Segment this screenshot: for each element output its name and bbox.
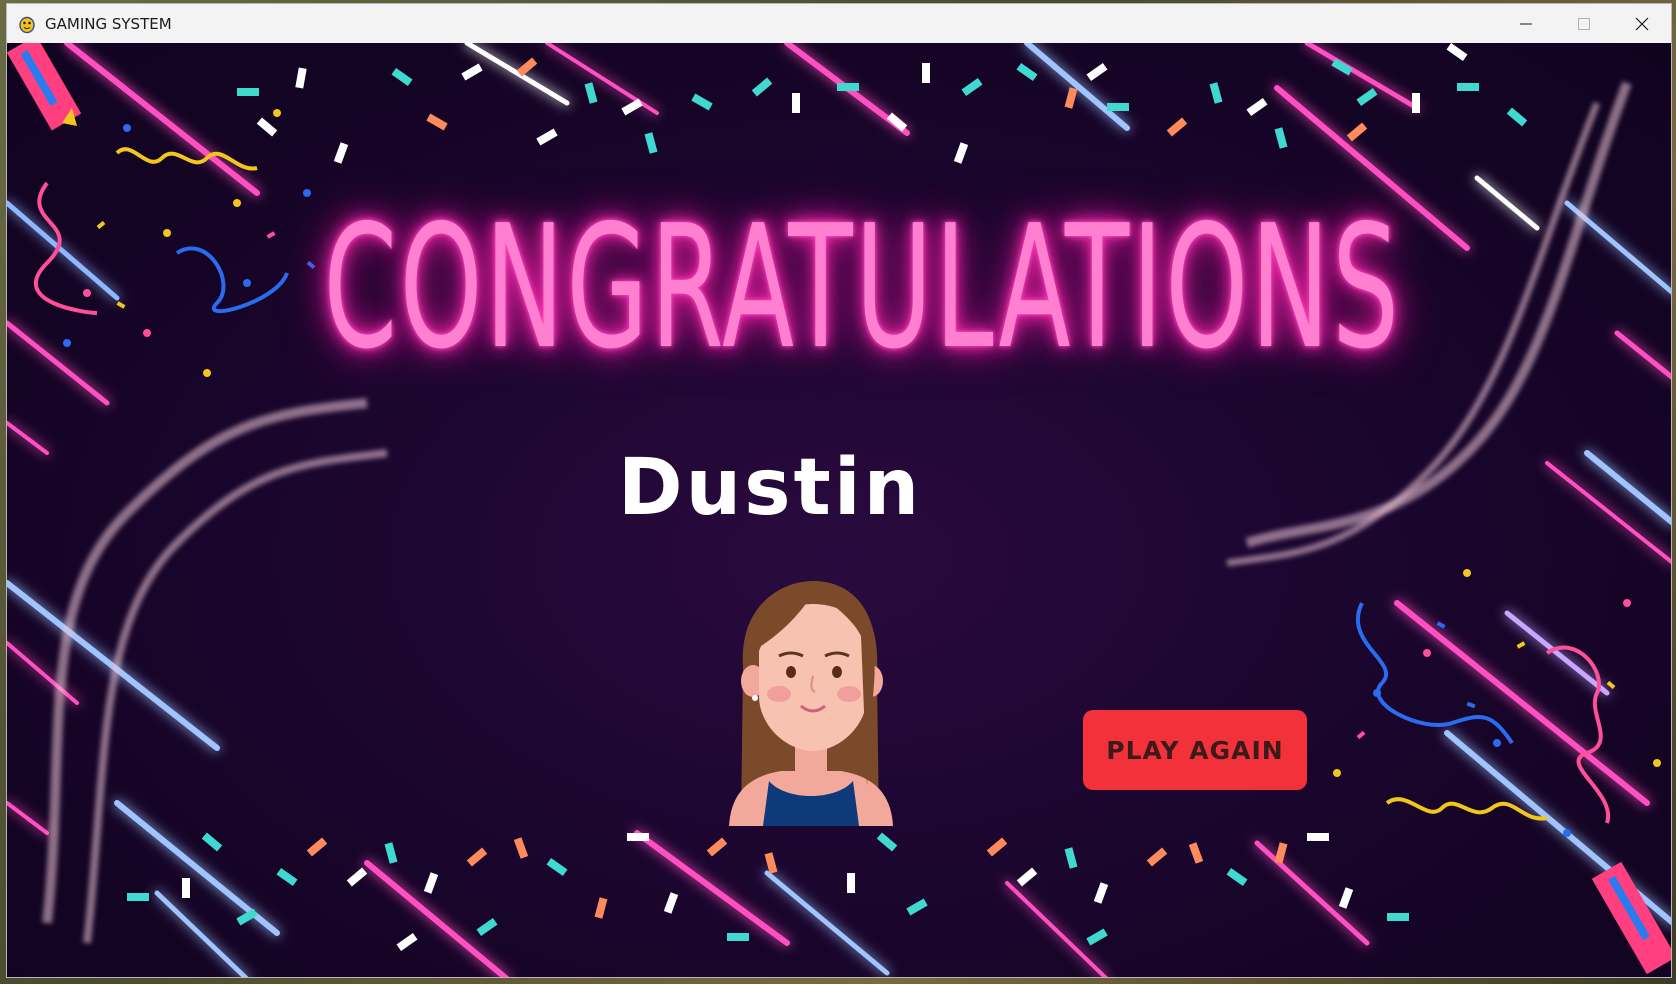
app-window: GAMING SYSTEM CONGRATULATIONS Dustin PLA… <box>6 3 1672 978</box>
window-title: GAMING SYSTEM <box>45 14 172 33</box>
maximize-button[interactable] <box>1555 4 1613 43</box>
close-button[interactable] <box>1613 4 1671 43</box>
maximize-icon <box>1578 17 1590 30</box>
title-bar[interactable]: GAMING SYSTEM <box>7 4 1671 43</box>
window-controls <box>1497 4 1671 43</box>
girl-avatar <box>729 581 893 826</box>
player-name: Dustin <box>617 443 923 533</box>
play-again-button[interactable]: PLAY AGAIN <box>1083 710 1307 790</box>
minimize-button[interactable] <box>1497 4 1555 43</box>
congratulations-heading: CONGRATULATIONS <box>323 189 1402 387</box>
pygame-snake-icon <box>17 14 37 34</box>
minimize-icon <box>1520 23 1532 24</box>
close-icon <box>1635 17 1649 30</box>
congratulations-screen: CONGRATULATIONS Dustin PLAY AGAIN <box>7 43 1671 977</box>
